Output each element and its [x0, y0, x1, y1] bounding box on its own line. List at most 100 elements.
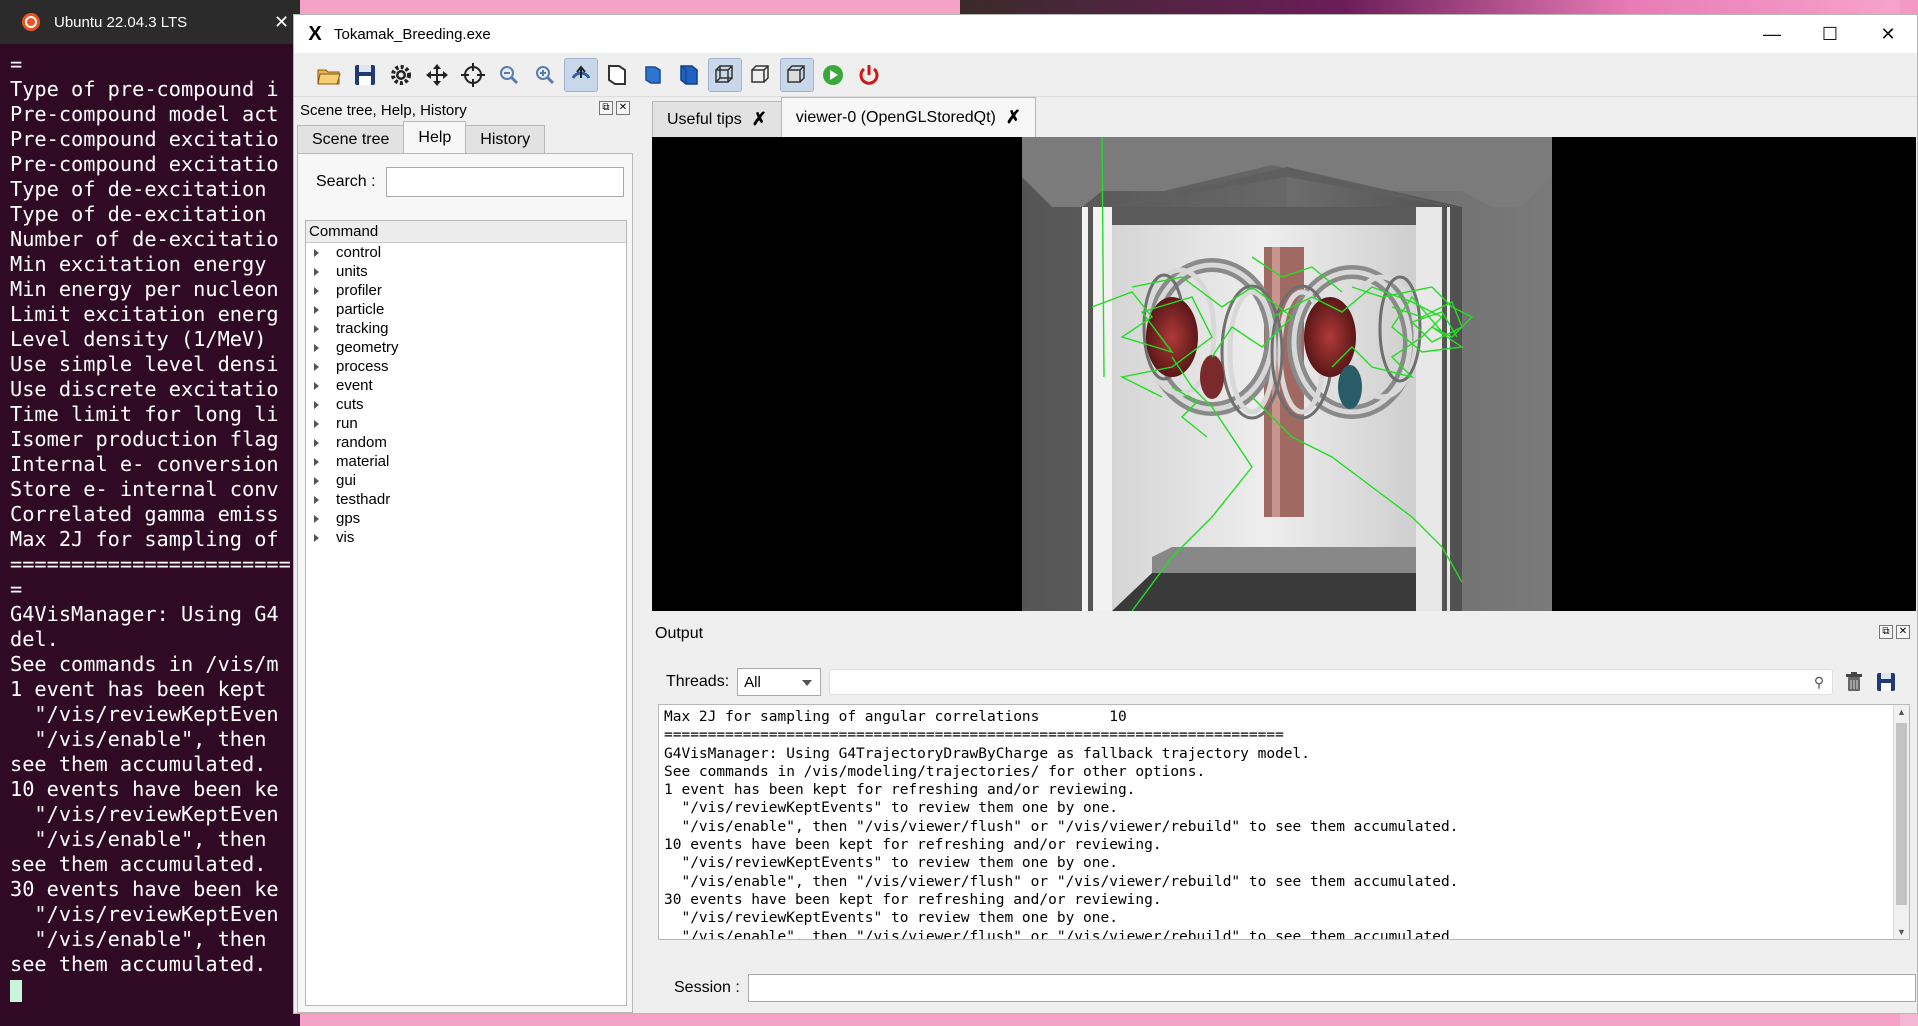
command-tree-item[interactable]: geometry: [306, 338, 626, 357]
close-button[interactable]: ✕: [1859, 15, 1917, 53]
tab-viewer-0[interactable]: viewer-0 (OpenGLStoredQt) ✗: [780, 97, 1036, 137]
output-line: 10 events have been kept for refreshing …: [664, 837, 1162, 854]
settings-icon[interactable]: [384, 58, 418, 92]
terminal-line: "/vis/reviewKeptEven: [10, 802, 279, 826]
terminal-output[interactable]: = Type of pre-compound i Pre-compound mode…: [0, 44, 300, 1002]
terminal-line: Pre-compound model act: [10, 102, 279, 126]
command-tree-item[interactable]: cuts: [306, 395, 626, 414]
move-icon[interactable]: [420, 58, 454, 92]
save-icon[interactable]: [348, 58, 382, 92]
command-tree-item[interactable]: gui: [306, 471, 626, 490]
expand-arrow-icon[interactable]: [314, 286, 319, 295]
zoom-in-icon[interactable]: [528, 58, 562, 92]
command-tree[interactable]: Command control units profiler particle trac…: [305, 220, 627, 1006]
terminal-line: see them accumulated.: [10, 952, 267, 976]
scrollbar-thumb[interactable]: [1896, 723, 1907, 905]
command-tree-item[interactable]: testhadr: [306, 490, 626, 509]
trash-icon[interactable]: [1843, 671, 1865, 693]
terminal-titlebar[interactable]: Ubuntu 22.04.3 LTS ✕: [0, 0, 300, 44]
scroll-up-icon[interactable]: ▲: [1897, 707, 1906, 717]
expand-arrow-icon[interactable]: [314, 533, 319, 542]
perspective-icon[interactable]: [600, 58, 634, 92]
search-input[interactable]: [385, 167, 624, 197]
terminal-line: Use discrete excitatio: [10, 377, 279, 401]
tab-close-icon[interactable]: ✗: [752, 109, 767, 130]
dock-close-icon[interactable]: ✕: [1896, 625, 1910, 639]
expand-arrow-icon[interactable]: [314, 419, 319, 428]
expand-arrow-icon[interactable]: [314, 381, 319, 390]
command-tree-item[interactable]: material: [306, 452, 626, 471]
command-tree-item[interactable]: process: [306, 357, 626, 376]
rotate-icon[interactable]: [564, 57, 598, 92]
geant4-main-window: X Tokamak_Breeding.exe — ☐ ✕ Scene tree,…: [293, 14, 1918, 1014]
dock-close-icon[interactable]: ✕: [616, 101, 630, 115]
command-tree-item[interactable]: tracking: [306, 319, 626, 338]
command-tree-item[interactable]: random: [306, 433, 626, 452]
dock-title-bar[interactable]: Scene tree, Help, History ⧉ ✕: [294, 97, 636, 123]
expand-arrow-icon[interactable]: [314, 267, 319, 276]
minimize-button[interactable]: —: [1743, 15, 1801, 53]
hidden-surface-icon[interactable]: [780, 57, 814, 92]
terminal-line: Max 2J for sampling of: [10, 527, 279, 551]
command-tree-item[interactable]: run: [306, 414, 626, 433]
expand-arrow-icon[interactable]: [314, 457, 319, 466]
expand-arrow-icon[interactable]: [314, 476, 319, 485]
zoom-out-icon[interactable]: [492, 58, 526, 92]
output-scrollbar[interactable]: ▲ ▼: [1893, 705, 1909, 939]
command-tree-item[interactable]: vis: [306, 528, 626, 547]
expand-arrow-icon[interactable]: [314, 362, 319, 371]
output-title-bar[interactable]: Output ⧉ ✕: [652, 621, 1916, 647]
save-icon[interactable]: [1875, 671, 1897, 693]
expand-arrow-icon[interactable]: [314, 438, 319, 447]
command-label: run: [336, 415, 358, 432]
float-icon[interactable]: ⧉: [599, 101, 613, 115]
expand-arrow-icon[interactable]: [314, 324, 319, 333]
command-label: cuts: [336, 396, 364, 413]
terminal-close-button[interactable]: ✕: [274, 12, 289, 33]
command-tree-item[interactable]: control: [306, 243, 626, 262]
solid-icon[interactable]: [672, 58, 706, 92]
expand-arrow-icon[interactable]: [314, 343, 319, 352]
tab-history[interactable]: History: [465, 125, 546, 153]
terminal-line: Limit excitation energ: [10, 302, 279, 326]
terminal-line: Pre-compound excitatio: [10, 152, 279, 176]
tab-close-icon[interactable]: ✗: [1006, 107, 1021, 128]
scroll-down-icon[interactable]: ▼: [1897, 927, 1906, 937]
terminal-line: Isomer production flag: [10, 427, 279, 451]
open-icon[interactable]: [312, 58, 346, 92]
terminal-window[interactable]: Ubuntu 22.04.3 LTS ✕ = Type of pre-compou…: [0, 0, 300, 1026]
tab-useful-tips[interactable]: Useful tips ✗: [652, 101, 782, 137]
float-icon[interactable]: ⧉: [1879, 625, 1893, 639]
tab-help[interactable]: Help: [403, 121, 467, 153]
command-tree-item[interactable]: gps: [306, 509, 626, 528]
tokamak-3d-render: [1022, 137, 1552, 611]
tab-label: viewer-0 (OpenGLStoredQt): [795, 108, 996, 126]
exit-icon[interactable]: [852, 58, 886, 92]
expand-arrow-icon[interactable]: [314, 400, 319, 409]
command-tree-item[interactable]: event: [306, 376, 626, 395]
expand-arrow-icon[interactable]: [314, 248, 319, 257]
output-line: Max 2J for sampling of angular correlati…: [664, 709, 1127, 725]
expand-arrow-icon[interactable]: [314, 305, 319, 314]
command-tree-item[interactable]: particle: [306, 300, 626, 319]
command-tree-item[interactable]: units: [306, 262, 626, 281]
maximize-button[interactable]: ☐: [1801, 15, 1859, 53]
pick-icon[interactable]: [456, 58, 490, 92]
window-titlebar[interactable]: X Tokamak_Breeding.exe — ☐ ✕: [294, 15, 1917, 53]
terminal-line: Level density (1/MeV): [10, 327, 267, 351]
command-column-header[interactable]: Command: [306, 221, 626, 243]
hidden-line-icon[interactable]: [744, 58, 778, 92]
threads-select[interactable]: All: [737, 668, 822, 696]
output-log[interactable]: Max 2J for sampling of angular correlati…: [658, 704, 1910, 940]
expand-arrow-icon[interactable]: [314, 495, 319, 504]
command-tree-item[interactable]: profiler: [306, 281, 626, 300]
opengl-viewer[interactable]: [652, 137, 1916, 611]
surface-icon[interactable]: [636, 58, 670, 92]
session-input[interactable]: [747, 974, 1916, 1002]
output-search-input[interactable]: ⚲: [829, 669, 1834, 695]
expand-arrow-icon[interactable]: [314, 514, 319, 523]
tab-scene-tree[interactable]: Scene tree: [297, 125, 405, 153]
terminal-line: Type of pre-compound i: [10, 77, 279, 101]
run-icon[interactable]: [816, 58, 850, 92]
wireframe-icon[interactable]: [708, 57, 742, 92]
